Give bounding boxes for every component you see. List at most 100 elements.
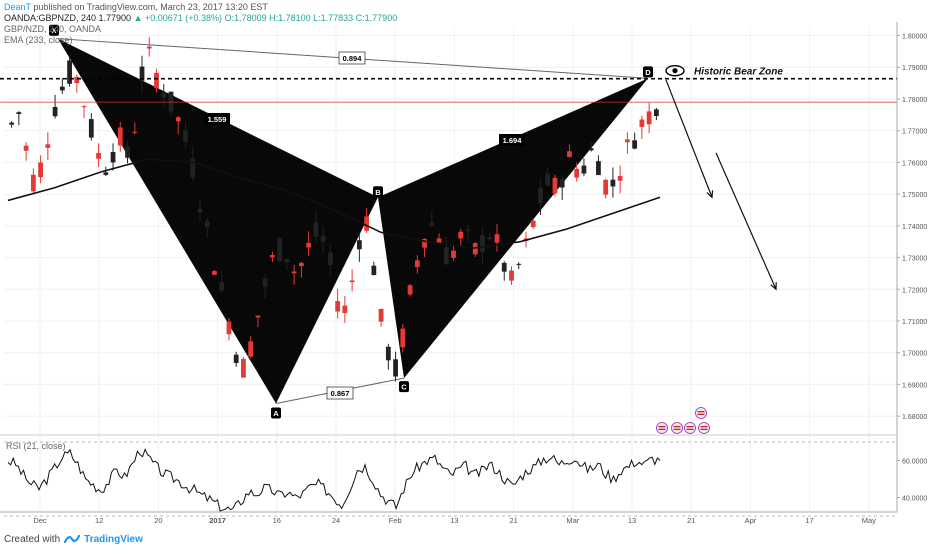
time-tick-label: 2017 xyxy=(209,516,226,525)
candle-body xyxy=(378,308,384,322)
eye-pupil xyxy=(672,68,678,74)
rsi-tick-label: 40.0000 xyxy=(902,496,927,503)
created-with-text: Created with xyxy=(4,533,61,545)
price-tick-label: 1.69000 xyxy=(902,382,927,389)
event-flag-icon xyxy=(684,422,696,434)
candle-body xyxy=(516,263,522,265)
time-tick-label: 16 xyxy=(273,516,281,525)
candle-body xyxy=(364,216,369,231)
candle-body xyxy=(306,242,312,248)
candle-body xyxy=(88,119,94,138)
candle-body xyxy=(356,240,362,250)
price-tick-label: 1.75000 xyxy=(902,192,927,199)
candle-body xyxy=(45,144,51,148)
candle-body xyxy=(487,236,493,240)
candle-body xyxy=(639,119,645,127)
event-flag-cross xyxy=(658,427,666,429)
price-tick-label: 1.79000 xyxy=(902,65,927,72)
candle-body xyxy=(552,177,558,194)
ratio-label: 0.894 xyxy=(343,54,363,63)
candle-body xyxy=(559,178,565,188)
candle-body xyxy=(175,117,181,122)
publish-info: DeanT published on TradingView.com, Marc… xyxy=(4,2,268,12)
ema-legend[interactable]: EMA (233, close) xyxy=(4,35,73,45)
time-tick-label: Dec xyxy=(33,516,47,525)
author-link[interactable]: DeanT xyxy=(4,2,31,12)
candle-body xyxy=(371,265,377,276)
time-tick-label: 13 xyxy=(628,516,636,525)
time-tick-label: Apr xyxy=(745,516,757,525)
candle-body xyxy=(9,122,15,125)
candle-body xyxy=(458,231,464,239)
candle-body xyxy=(132,131,138,133)
event-flag-icon xyxy=(671,422,683,434)
candle-body xyxy=(327,252,333,266)
price-tick-label: 1.77000 xyxy=(902,129,927,136)
projection-arrow-shaft xyxy=(665,79,713,198)
time-tick-label: 13 xyxy=(450,516,458,525)
time-tick-label: 21 xyxy=(509,516,517,525)
event-flag-icon xyxy=(656,422,668,434)
candle-body xyxy=(146,46,152,49)
candle-body xyxy=(632,140,638,149)
ohlc-values: O:1.78009 H:1.78100 L:1.77833 C:1.77900 xyxy=(224,13,398,23)
candle-body xyxy=(284,259,290,263)
candle-body xyxy=(277,238,283,262)
change-value: ▲ +0.00671 (+0.38%) xyxy=(133,13,223,23)
candle-body xyxy=(59,86,65,91)
candle-body xyxy=(161,92,167,98)
price-axis-bg xyxy=(897,22,932,512)
event-flag-icon xyxy=(698,422,710,434)
pattern-point-label: D xyxy=(645,68,651,77)
price-tick-label: 1.73000 xyxy=(902,256,927,263)
event-flag-cross xyxy=(673,427,681,429)
time-tick-label: 17 xyxy=(805,516,813,525)
event-flag-icon xyxy=(695,407,707,419)
candle-body xyxy=(335,301,341,312)
candle-body xyxy=(545,173,551,186)
candle-body xyxy=(168,91,174,112)
pattern-point-label: B xyxy=(375,188,381,197)
candle-body xyxy=(494,234,500,243)
series-name[interactable]: GBP/NZD, 240, OANDA xyxy=(4,24,101,34)
candle-body xyxy=(501,262,507,272)
symbol-info: OANDA:GBPNZD, 240 1.77900 ▲ +0.00671 (+0… xyxy=(4,13,397,23)
candle-body xyxy=(465,229,471,232)
candle-body xyxy=(38,162,43,178)
candle-body xyxy=(52,106,58,117)
candle-body xyxy=(596,161,601,176)
candle-body xyxy=(255,315,261,318)
candle-body xyxy=(610,179,616,187)
candle-body xyxy=(509,270,514,281)
time-tick-label: May xyxy=(862,516,876,525)
candle-body xyxy=(291,271,297,274)
price-tick-label: 1.70000 xyxy=(902,351,927,358)
chart-canvas: 1.78638Historic Bear Zone1.779002:39:36X… xyxy=(0,22,932,525)
harmonic-pattern xyxy=(57,38,649,404)
candle-body xyxy=(204,221,210,228)
tradingview-brand[interactable]: TradingView xyxy=(84,534,143,545)
pattern-point-label: A xyxy=(273,409,279,418)
tradingview-logo-icon xyxy=(64,534,81,544)
candle-body xyxy=(407,285,413,295)
time-tick-label: 20 xyxy=(154,516,162,525)
candle-body xyxy=(567,151,572,157)
candle-body xyxy=(30,174,36,192)
price-tick-label: 1.71000 xyxy=(902,319,927,326)
price-tick-label: 1.76000 xyxy=(902,160,927,167)
candle-body xyxy=(617,176,623,181)
candle-body xyxy=(429,222,435,226)
candle-body xyxy=(480,235,485,252)
price-tick-label: 1.80000 xyxy=(902,34,927,41)
candle-body xyxy=(103,172,109,175)
candle-body xyxy=(23,145,29,151)
time-tick-label: Mar xyxy=(566,516,579,525)
event-flag-cross xyxy=(700,427,708,429)
candle-body xyxy=(125,146,130,158)
candle-body xyxy=(588,148,594,151)
candle-body xyxy=(342,305,348,314)
price-tick-label: 1.68000 xyxy=(902,414,927,421)
candle-body xyxy=(646,111,652,125)
candle-body xyxy=(81,106,87,108)
rsi-legend[interactable]: RSI (21, close) xyxy=(6,441,66,451)
